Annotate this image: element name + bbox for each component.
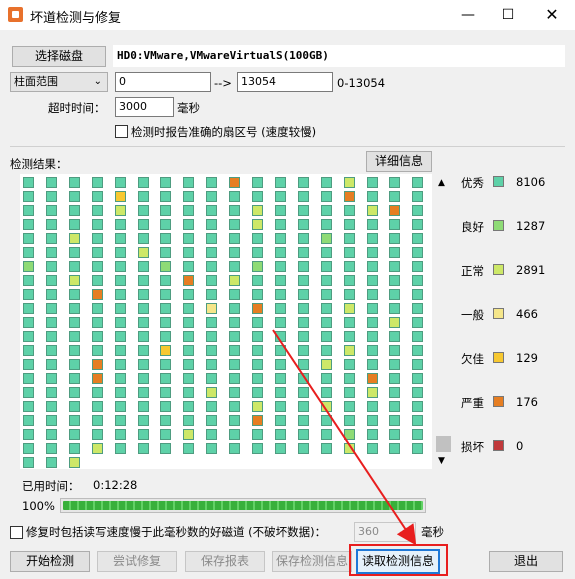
annotation-highlight-box xyxy=(349,544,448,576)
annotation-arrow xyxy=(272,329,417,546)
annotation-overlay xyxy=(272,329,448,576)
